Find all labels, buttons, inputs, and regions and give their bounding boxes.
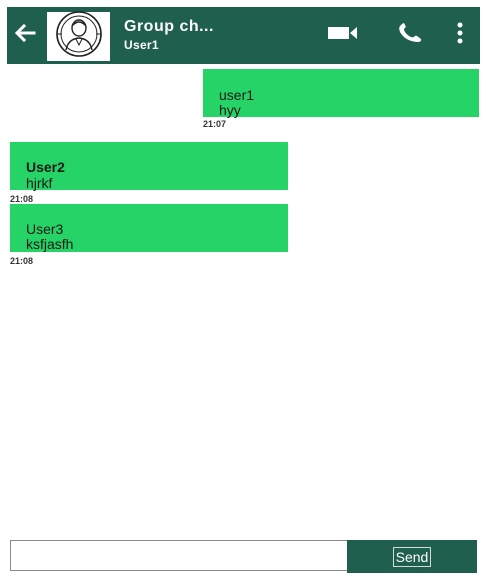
message-bubble-incoming: User2 hjrkf	[10, 142, 288, 191]
message-text: hjrkf	[26, 175, 53, 191]
chat-header: Group ch... User1	[7, 7, 480, 64]
chat-title-block[interactable]: Group ch... User1	[124, 17, 304, 52]
person-avatar-icon	[54, 10, 104, 63]
message-time: 21:08	[10, 256, 34, 266]
more-vertical-icon	[456, 22, 464, 49]
message-sender: user1	[219, 87, 255, 103]
chat-title: Group ch...	[124, 18, 214, 35]
send-button[interactable]: Send	[392, 546, 432, 567]
video-camera-icon	[326, 25, 360, 46]
message-time: 21:07	[203, 119, 227, 129]
message-bubble-outgoing: user1 hyy	[203, 69, 479, 118]
message-text: hyy	[219, 102, 241, 118]
more-options-button[interactable]	[451, 21, 469, 49]
chat-screen: Group ch... User1 user1 hyy 21:07 User2 …	[0, 0, 487, 587]
message-sender: User3	[26, 221, 64, 237]
voice-call-button[interactable]	[393, 21, 427, 49]
avatar[interactable]	[47, 10, 110, 63]
chat-subtitle: User1	[124, 38, 159, 52]
send-button-container[interactable]: Send	[347, 540, 477, 573]
video-call-button[interactable]	[325, 21, 361, 49]
message-text: ksfjasfh	[26, 236, 74, 252]
message-time: 21:08	[10, 194, 34, 204]
arrow-left-icon	[14, 23, 36, 48]
message-bubble-incoming: User3 ksfjasfh	[10, 204, 288, 252]
back-button[interactable]	[10, 21, 40, 49]
phone-icon	[395, 22, 425, 49]
message-input[interactable]	[10, 540, 348, 571]
message-sender: User2	[26, 159, 65, 175]
